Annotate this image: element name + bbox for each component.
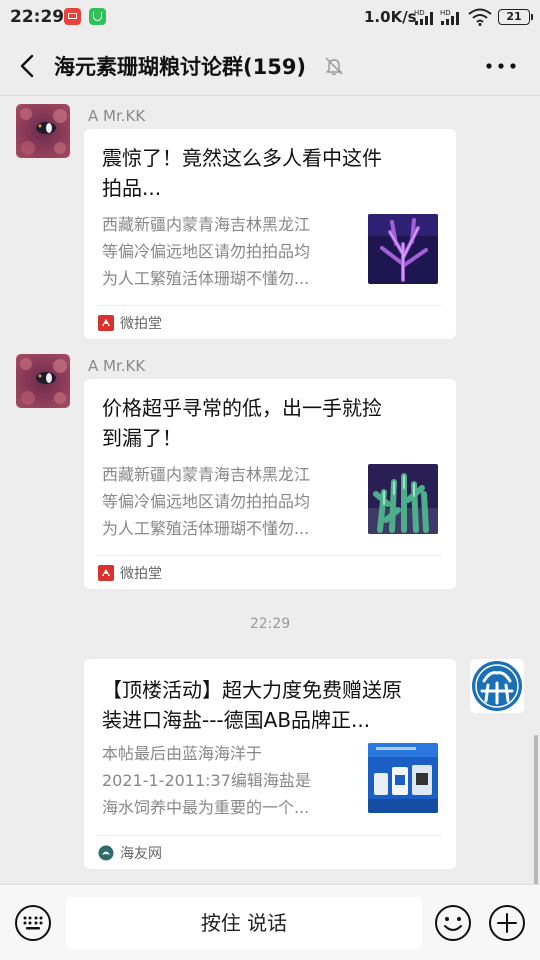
- card-divider: [98, 555, 442, 556]
- card-title-line: 拍品...: [102, 176, 162, 200]
- card-title-line: 震惊了！竟然这么多人看中这件: [102, 146, 382, 170]
- link-card[interactable]: 震惊了！竟然这么多人看中这件 拍品... 西藏新疆内蒙青海吉林黑龙江 等偏冷偏远…: [84, 129, 456, 339]
- source-label: 微拍堂: [120, 316, 162, 332]
- network-speed: 1.0K/s: [364, 8, 417, 26]
- weipaitang-icon: [98, 565, 114, 581]
- card-divider: [98, 835, 442, 836]
- shopping-bag-app-icon: [89, 8, 106, 25]
- card-desc-line: 西藏新疆内蒙青海吉林黑龙江: [102, 215, 311, 234]
- chat-title: 海元素珊瑚粮讨论群(159): [54, 55, 307, 79]
- sender-name: A Mr.KK: [88, 107, 146, 125]
- source-label: 海友网: [120, 846, 162, 862]
- card-desc-line: 等偏冷偏远地区请勿拍拍品均: [102, 242, 311, 261]
- hold-to-talk-button[interactable]: 按住 说话: [66, 897, 422, 949]
- wifi-icon: [468, 8, 492, 26]
- emoji-icon[interactable]: [434, 904, 472, 942]
- card-title-line: 装进口海盐---德国AB品牌正...: [102, 708, 371, 732]
- coral-thumbnail: [368, 214, 438, 284]
- mute-bell-icon: [325, 57, 343, 76]
- my-avatar[interactable]: [470, 659, 524, 713]
- signal-2-label: HD: [440, 9, 451, 17]
- card-desc-line: 西藏新疆内蒙青海吉林黑龙江: [102, 465, 311, 484]
- sender-avatar[interactable]: [16, 104, 70, 158]
- card-divider: [98, 305, 442, 306]
- keyboard-icon[interactable]: [14, 904, 52, 942]
- card-desc-line: 为人工繁殖活体珊瑚不懂勿...: [102, 269, 310, 288]
- link-card[interactable]: 价格超乎寻常的低，出一手就捡 到漏了！ 西藏新疆内蒙青海吉林黑龙江 等偏冷偏远地…: [84, 379, 456, 589]
- plus-icon[interactable]: [488, 904, 526, 942]
- sender-name: A Mr.KK: [88, 357, 146, 375]
- weipaitang-icon: [98, 315, 114, 331]
- more-options-icon[interactable]: [484, 58, 518, 74]
- coral-thumbnail: [368, 464, 438, 534]
- status-time: 22:29: [10, 7, 65, 27]
- chat-header: 海元素珊瑚粮讨论群(159): [0, 36, 540, 96]
- scrollbar[interactable]: [534, 735, 538, 885]
- haiyouwang-icon: [98, 845, 114, 861]
- battery-indicator: 21: [498, 9, 533, 25]
- card-title-line: 【顶楼活动】超大力度免费赠送原: [102, 678, 402, 702]
- source-label: 微拍堂: [120, 566, 162, 582]
- card-desc-line: 等偏冷偏远地区请勿拍拍品均: [102, 492, 311, 511]
- back-arrow-icon[interactable]: [14, 52, 42, 80]
- sender-avatar[interactable]: [16, 354, 70, 408]
- chat-input-bar: 按住 说话: [0, 884, 540, 960]
- card-title-line: 价格超乎寻常的低，出一手就捡: [102, 396, 382, 420]
- status-bar: 22:29 1.0K/s HD HD 21: [0, 0, 540, 36]
- signal-1-icon: HD: [414, 9, 433, 25]
- card-desc-line: 本帖最后由蓝海海洋于: [102, 744, 263, 763]
- card-title-line: 到漏了！: [102, 426, 182, 450]
- chat-timestamp: 22:29: [249, 616, 291, 632]
- news-app-icon: [64, 8, 81, 25]
- card-desc-line: 为人工繁殖活体珊瑚不懂勿...: [102, 519, 310, 538]
- card-desc-line: 海水饲养中最为重要的一个...: [102, 798, 310, 817]
- card-desc-line: 2021-1-2011:37编辑海盐是: [102, 771, 311, 790]
- link-card[interactable]: 【顶楼活动】超大力度免费赠送原 装进口海盐---德国AB品牌正... 本帖最后由…: [84, 659, 456, 869]
- signal-2-icon: HD: [440, 9, 459, 25]
- signal-1-label: HD: [414, 9, 425, 17]
- sea-salt-thumbnail: [368, 743, 438, 813]
